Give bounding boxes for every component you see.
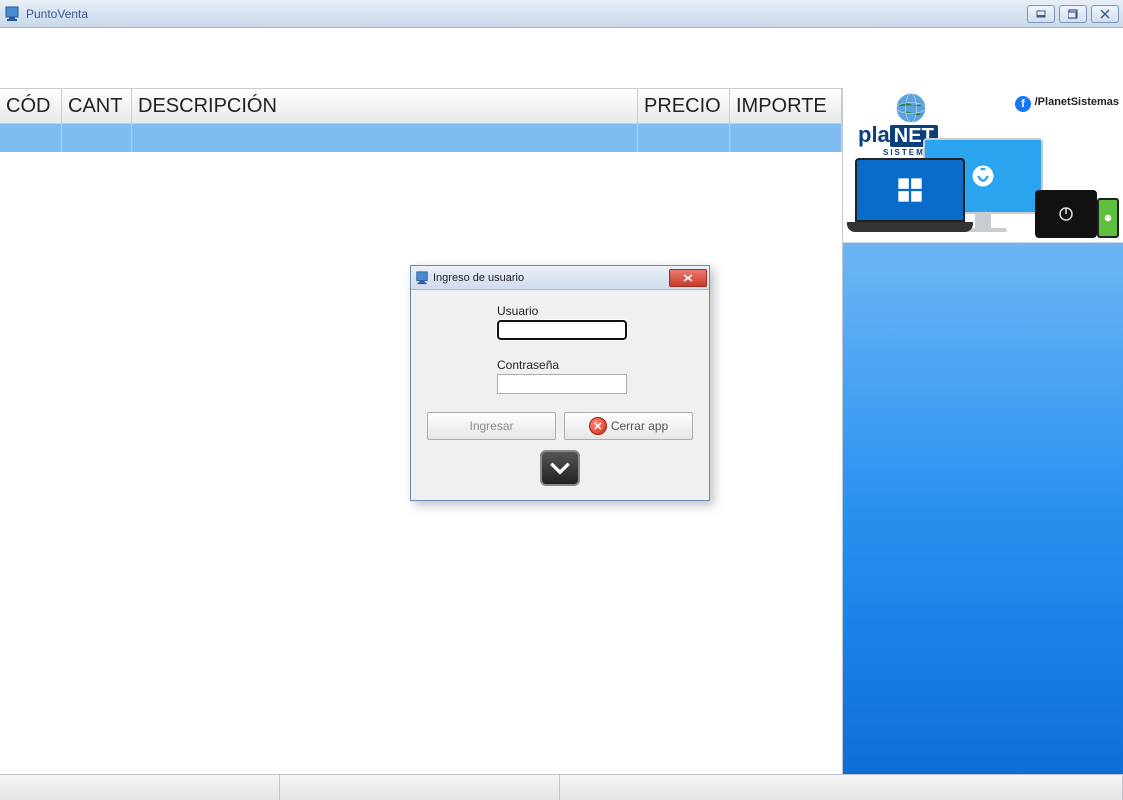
- login-button-label: Ingresar: [469, 419, 513, 433]
- password-label: Contraseña: [497, 358, 693, 372]
- dialog-titlebar[interactable]: Ingreso de usuario: [411, 266, 709, 290]
- close-app-button-label: Cerrar app: [611, 419, 668, 433]
- status-cell-2: [280, 775, 560, 800]
- devices-graphic: [847, 138, 1119, 238]
- table-row[interactable]: [0, 124, 842, 152]
- main-titlebar: PuntoVenta: [0, 0, 1123, 28]
- window-controls: [1027, 5, 1119, 23]
- cell-desc[interactable]: [132, 124, 638, 152]
- dialog-close-button[interactable]: [669, 269, 707, 287]
- laptop-graphic: [847, 158, 973, 238]
- user-label: Usuario: [497, 304, 693, 318]
- windows-icon: [896, 176, 924, 204]
- globe-icon: [893, 90, 929, 126]
- login-dialog: Ingreso de usuario Usuario Contraseña In…: [410, 265, 710, 501]
- status-cell-1: [0, 775, 280, 800]
- facebook-icon: f: [1015, 96, 1031, 112]
- tablet-graphic: [1035, 190, 1097, 238]
- user-input[interactable]: [497, 320, 627, 340]
- col-header-importe[interactable]: IMPORTE: [730, 89, 842, 123]
- brand-area: plaNET SISTEMAS f /PlanetSistemas: [843, 88, 1123, 243]
- dialog-title: Ingreso de usuario: [433, 272, 669, 284]
- statusbar: [0, 774, 1123, 800]
- app-icon: [4, 6, 20, 22]
- blue-side-panel: [843, 243, 1123, 774]
- close-icon: ✕: [589, 417, 607, 435]
- maximize-button[interactable]: [1059, 5, 1087, 23]
- social-handle: /PlanetSistemas: [1035, 96, 1119, 108]
- cell-cod[interactable]: [0, 124, 62, 152]
- apple-like-icon: [969, 162, 997, 190]
- chevron-down-icon: [547, 455, 573, 481]
- password-input[interactable]: [497, 374, 627, 394]
- cell-precio[interactable]: [638, 124, 730, 152]
- col-header-precio[interactable]: PRECIO: [638, 89, 730, 123]
- confirm-check-button[interactable]: [540, 450, 580, 486]
- power-icon: [1057, 205, 1075, 223]
- close-button[interactable]: [1091, 5, 1119, 23]
- side-panel: plaNET SISTEMAS f /PlanetSistemas: [843, 88, 1123, 774]
- close-app-button[interactable]: ✕ Cerrar app: [564, 412, 693, 440]
- dialog-icon: [415, 271, 429, 285]
- table-header: CÓD CANT DESCRIPCIÓN PRECIO IMPORTE: [0, 88, 842, 124]
- login-button[interactable]: Ingresar: [427, 412, 556, 440]
- phone-graphic: [1097, 198, 1119, 238]
- toolbar-area: [0, 28, 1123, 88]
- cell-cant[interactable]: [62, 124, 132, 152]
- col-header-cod[interactable]: CÓD: [0, 89, 62, 123]
- items-table: CÓD CANT DESCRIPCIÓN PRECIO IMPORTE: [0, 88, 842, 152]
- col-header-desc[interactable]: DESCRIPCIÓN: [132, 89, 638, 123]
- minimize-button[interactable]: [1027, 5, 1055, 23]
- col-header-cant[interactable]: CANT: [62, 89, 132, 123]
- android-icon: [1103, 213, 1113, 223]
- cell-importe[interactable]: [730, 124, 842, 152]
- window-title: PuntoVenta: [26, 7, 1027, 21]
- status-cell-3: [560, 775, 1123, 800]
